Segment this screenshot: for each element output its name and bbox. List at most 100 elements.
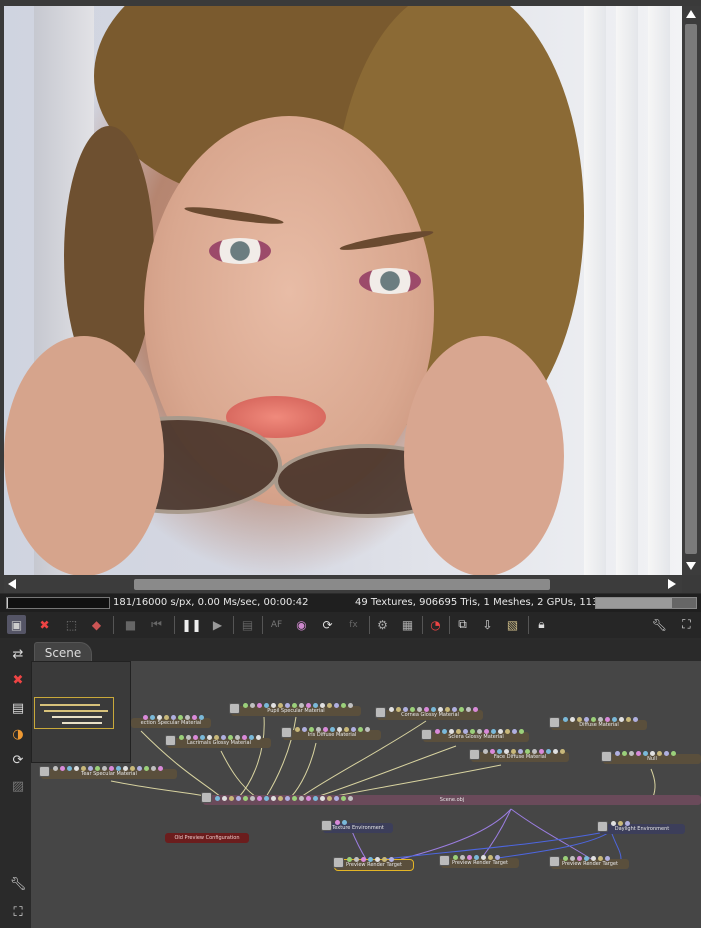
region-icon[interactable]: ⬚	[62, 615, 81, 634]
vertical-scrollbar[interactable]	[682, 6, 701, 575]
node-label: Preview Render Target	[452, 860, 508, 866]
node-label: ection Specular Material	[140, 720, 202, 726]
node-preview-render-target-1[interactable]: Preview Render Target	[333, 857, 414, 871]
left-eye	[209, 238, 271, 264]
load-icon[interactable]: ▤	[8, 698, 28, 718]
scroll-right-icon[interactable]	[668, 579, 676, 589]
node-old-preview-configuration[interactable]: Old Preview Configuration	[165, 833, 249, 843]
grid-icon[interactable]: ▦	[398, 615, 417, 634]
wire	[220, 750, 257, 798]
status-bar: 181/16000 s/px, 0.00 Ms/sec, 00:00:42 49…	[0, 594, 701, 612]
rewind-icon[interactable]: ⏮	[147, 615, 166, 634]
node-daylight-environment[interactable]: Daylight Environment	[597, 821, 685, 834]
wire	[610, 830, 622, 860]
delete-node-icon[interactable]: ✖	[8, 670, 28, 690]
wire	[330, 764, 502, 798]
copy-icon[interactable]: ⧉	[453, 615, 472, 634]
node-graph[interactable]: Pupil Specular Material ection Specular …	[31, 661, 701, 928]
render-progress-bar	[6, 597, 110, 609]
pause-icon[interactable]: ❚❚	[181, 615, 201, 634]
node-label: Preview Render Target	[562, 861, 618, 867]
render-progress-fill	[7, 598, 8, 608]
node-diffuse[interactable]: Diffuse Material	[549, 717, 647, 730]
wire	[290, 742, 317, 798]
node-label: Preview Render Target	[346, 862, 402, 868]
add-node-icon[interactable]: ⇄	[8, 644, 28, 664]
export-icon[interactable]: ⇩	[478, 615, 497, 634]
fullscreen-icon[interactable]: ⛶	[677, 615, 696, 634]
node-cornea-glossy[interactable]: Cornea Glossy Material	[375, 707, 483, 720]
left-hand	[4, 336, 164, 575]
node-tear-specular[interactable]: Tear Specular Material	[39, 766, 177, 779]
node-texture-environment[interactable]: Texture Environment	[321, 820, 393, 833]
node-label: Cornea Glossy Material	[401, 712, 459, 718]
node-label: Face Diffuse Material	[493, 754, 547, 760]
node-lacrimals-glossy[interactable]: Lacrimals Glossy Material	[165, 735, 271, 748]
tab-scene[interactable]: Scene	[34, 642, 92, 663]
lock-icon[interactable]: 🔒︎	[532, 615, 551, 634]
node-label: Sclera Glossy Material	[448, 734, 504, 740]
node-label: Iris Diffuse Material	[307, 732, 357, 738]
wire	[110, 780, 212, 798]
render-image[interactable]	[4, 6, 682, 575]
refresh-node-icon[interactable]: ⟳	[8, 750, 28, 770]
node-label: Diffuse Material	[579, 722, 619, 728]
gauge-icon[interactable]: ◔	[426, 615, 445, 634]
window-blind	[648, 6, 670, 575]
window-blind	[616, 6, 638, 575]
node-label: Lacrimals Glossy Material	[187, 740, 251, 746]
refresh-icon[interactable]: ⟳	[318, 615, 337, 634]
node-preview-render-target-2[interactable]: Preview Render Target	[439, 855, 519, 868]
node-label: Old Preview Configuration	[174, 835, 240, 841]
node-editor-sidebar: ⇄ ✖ ▤ ◑ ⟳ ▨ 🔧︎ ⛶	[4, 640, 30, 928]
memory-usage-fill	[596, 598, 672, 608]
window-blind	[584, 6, 606, 575]
grid-node-icon[interactable]: ▨	[8, 776, 28, 796]
node-label: Scene.obj	[439, 797, 465, 803]
wire	[510, 808, 592, 860]
display-icon[interactable]: ▤	[238, 615, 257, 634]
node-reflection-specular[interactable]: ection Specular Material	[131, 715, 211, 728]
af-icon[interactable]: AF	[267, 615, 286, 634]
node-face-diffuse[interactable]: Face Diffuse Material	[469, 749, 569, 762]
node-label: Null	[647, 756, 657, 762]
node-sclera-glossy[interactable]: Sclera Glossy Material	[421, 729, 529, 742]
material-node-icon[interactable]: ◑	[8, 724, 28, 744]
node-label: Daylight Environment	[614, 826, 670, 832]
horizontal-scrollbar[interactable]	[4, 576, 682, 593]
scroll-left-icon[interactable]	[8, 579, 16, 589]
scroll-down-icon[interactable]	[686, 562, 696, 570]
render-icon[interactable]: ▣	[7, 615, 26, 634]
settings-icon[interactable]: ⚙	[373, 615, 392, 634]
node-scene-obj[interactable]: Scene.obj	[201, 792, 701, 805]
node-null[interactable]: Null	[601, 751, 701, 764]
right-hand	[404, 336, 564, 575]
color-icon[interactable]: ◉	[292, 615, 311, 634]
cancel-icon[interactable]: ✖	[35, 615, 54, 634]
node-label: Tear Specular Material	[81, 771, 137, 777]
node-label: Pupil Specular Material	[267, 708, 325, 714]
render-toolbar: ▣ ✖ ⬚ ◆ ■ ⏮ ❚❚ ▶ ▤ AF ◉ ⟳ fx ⚙ ▦ ◔ ⧉ ⇩ ▧…	[0, 612, 701, 638]
editor-wrench-icon[interactable]: 🔧︎	[8, 874, 28, 894]
vertical-scroll-thumb[interactable]	[685, 24, 697, 554]
material-icon[interactable]: ◆	[87, 615, 106, 634]
play-icon[interactable]: ▶	[208, 615, 227, 634]
wrench-icon[interactable]: 🔧︎	[650, 615, 669, 634]
fx-icon[interactable]: fx	[344, 615, 363, 634]
editor-fullscreen-icon[interactable]: ⛶	[8, 902, 28, 922]
render-stats: 181/16000 s/px, 0.00 Ms/sec, 00:00:42	[113, 597, 309, 608]
node-pupil-specular[interactable]: Pupil Specular Material	[229, 703, 361, 716]
scroll-up-icon[interactable]	[686, 10, 696, 18]
node-iris-diffuse[interactable]: Iris Diffuse Material	[281, 727, 381, 740]
wire	[480, 808, 512, 860]
node-preview-render-target-3[interactable]: Preview Render Target	[549, 856, 629, 869]
horizontal-scroll-thumb[interactable]	[134, 579, 550, 590]
image-icon[interactable]: ▧	[503, 615, 522, 634]
right-eye	[359, 268, 421, 294]
node-label: Texture Environment	[332, 825, 384, 831]
stop-icon[interactable]: ■	[121, 615, 140, 634]
graph-minimap[interactable]	[31, 661, 131, 763]
wire	[650, 768, 656, 798]
wire	[350, 828, 367, 860]
minimap-viewport[interactable]	[34, 697, 114, 729]
